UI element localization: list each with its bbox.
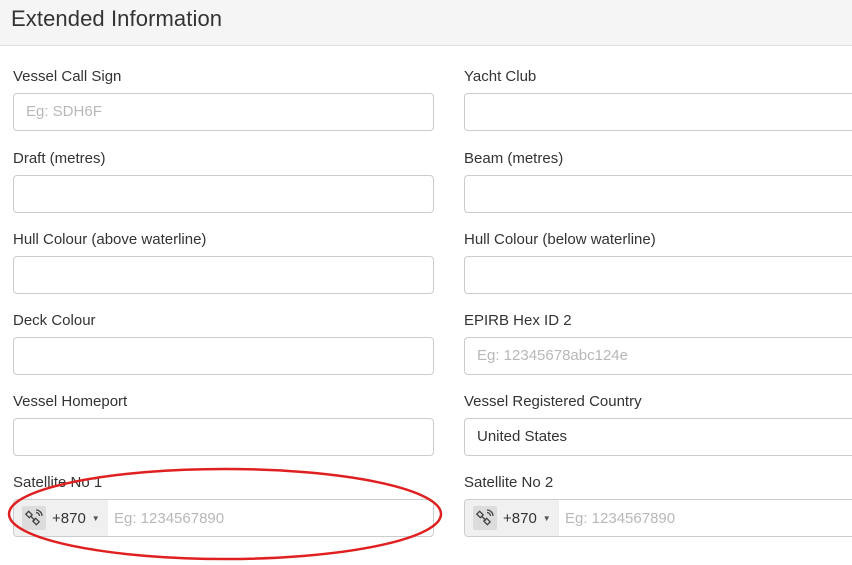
sat2-phone-input[interactable]: +870 ▼ Eg: 1234567890	[464, 499, 852, 537]
caret-down-icon: ▼	[91, 513, 100, 523]
draft-input[interactable]	[13, 175, 434, 213]
sat1-phone-input[interactable]: +870 ▼ Eg: 1234567890	[13, 499, 434, 537]
homeport-label: Vessel Homeport	[13, 393, 128, 410]
satellite-icon	[473, 506, 497, 530]
hull-above-label: Hull Colour (above waterline)	[13, 231, 207, 248]
homeport-input[interactable]	[13, 418, 434, 456]
sat1-dial-code: +870	[52, 509, 86, 527]
call-sign-label: Vessel Call Sign	[13, 68, 122, 85]
reg-country-label: Vessel Registered Country	[464, 393, 642, 410]
hull-below-input[interactable]	[464, 256, 852, 294]
satellite-icon	[22, 506, 46, 530]
call-sign-input[interactable]: Eg: SDH6F	[13, 93, 434, 131]
sat2-placeholder: Eg: 1234567890	[565, 509, 676, 527]
sat1-dial-code-dropdown[interactable]: +870 ▼	[14, 500, 108, 536]
sat1-label: Satellite No 1	[13, 474, 103, 491]
beam-input[interactable]	[464, 175, 852, 213]
reg-country-select[interactable]: United States	[464, 418, 852, 456]
page-title: Extended Information	[11, 6, 223, 31]
caret-down-icon: ▼	[542, 513, 551, 523]
sat2-label: Satellite No 2	[464, 474, 554, 491]
epirb2-placeholder: Eg: 12345678abc124e	[477, 347, 628, 364]
hull-above-input[interactable]	[13, 256, 434, 294]
yacht-club-input[interactable]	[464, 93, 852, 131]
beam-label: Beam (metres)	[464, 150, 564, 167]
deck-colour-input[interactable]	[13, 337, 434, 375]
epirb2-label: EPIRB Hex ID 2	[464, 312, 572, 329]
reg-country-value: United States	[477, 428, 568, 445]
sat1-placeholder: Eg: 1234567890	[114, 509, 225, 527]
call-sign-placeholder: Eg: SDH6F	[26, 103, 102, 120]
deck-colour-label: Deck Colour	[13, 312, 96, 329]
sat2-dial-code: +870	[503, 509, 537, 527]
panel-heading: Extended Information	[0, 0, 852, 46]
draft-label: Draft (metres)	[13, 150, 106, 167]
hull-below-label: Hull Colour (below waterline)	[464, 231, 656, 248]
sat2-dial-code-dropdown[interactable]: +870 ▼	[465, 500, 559, 536]
yacht-club-label: Yacht Club	[464, 68, 537, 85]
epirb2-input[interactable]: Eg: 12345678abc124e	[464, 337, 852, 375]
